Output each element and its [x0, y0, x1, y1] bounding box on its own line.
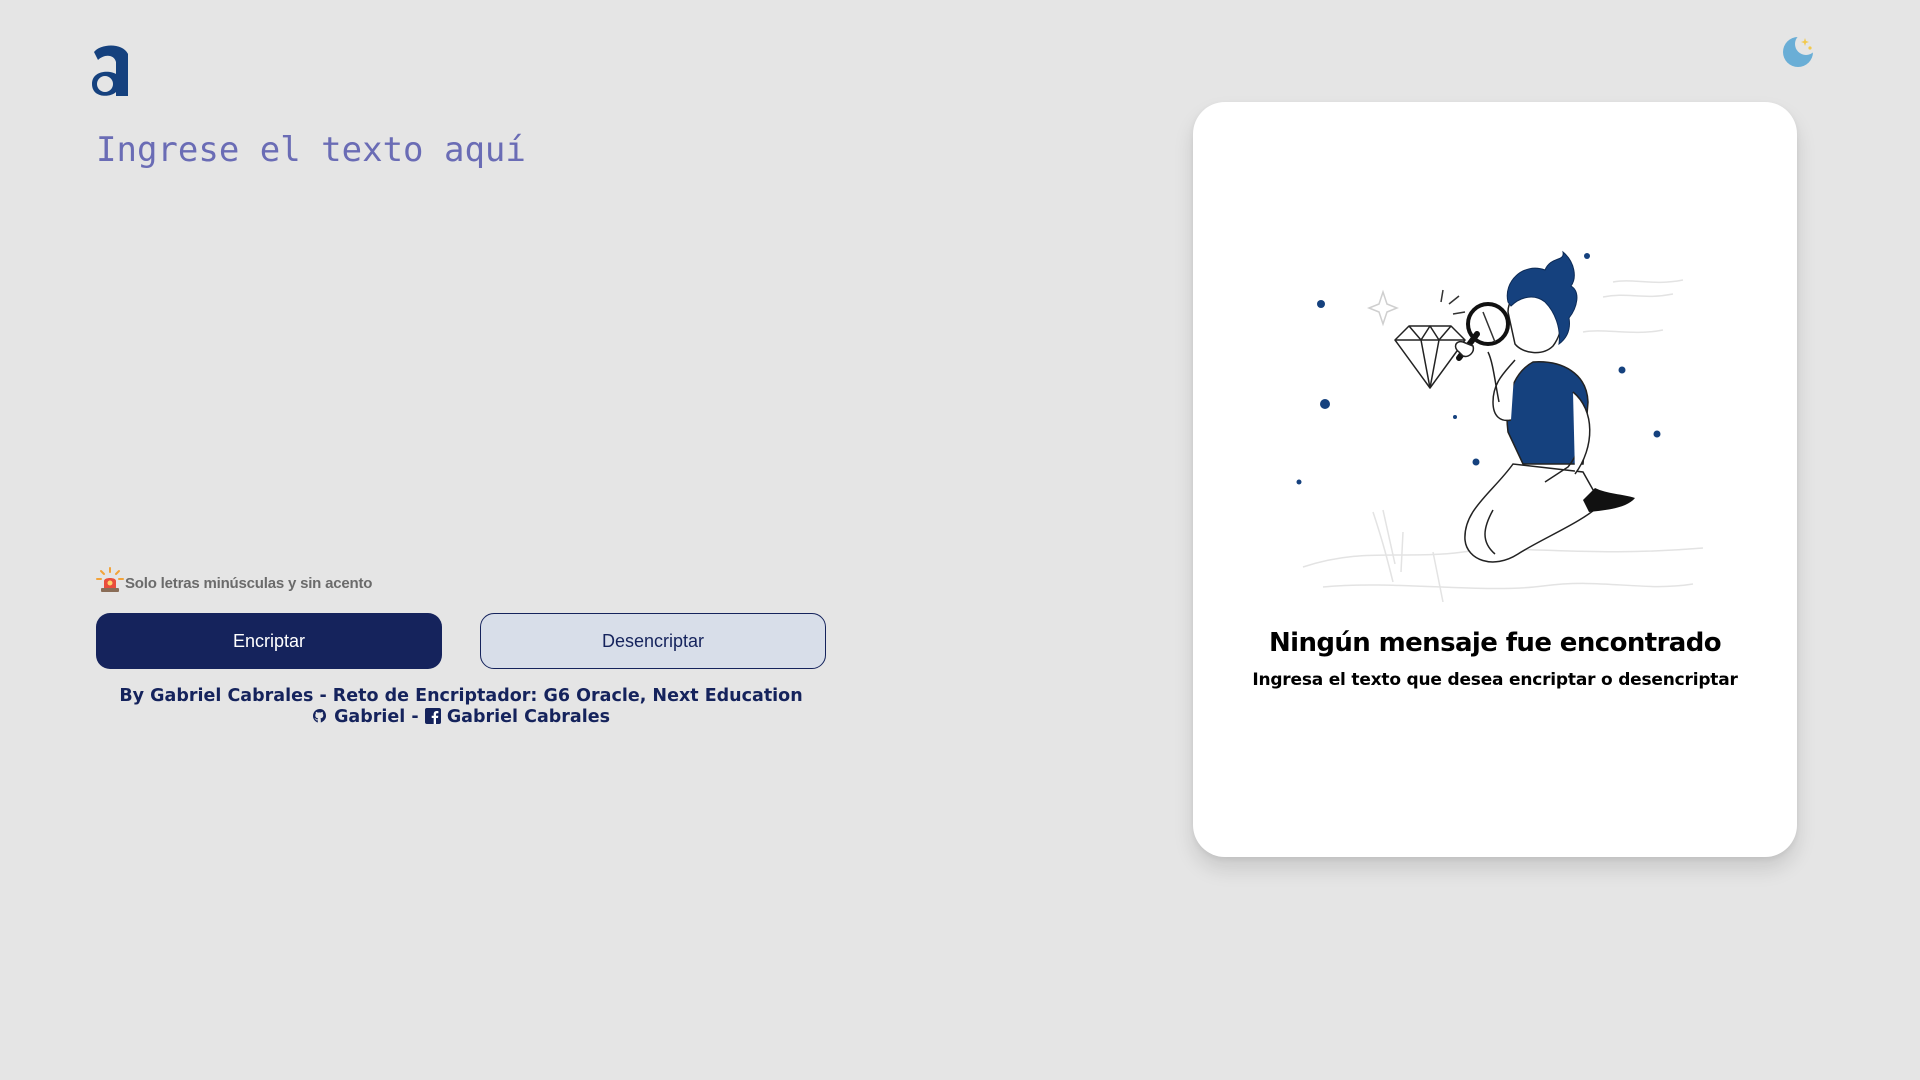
footer-separator: -: [411, 707, 419, 727]
encrypt-button[interactable]: Encriptar: [96, 613, 442, 669]
github-link[interactable]: Gabriel: [334, 707, 405, 727]
hint-text: Solo letras minúsculas y sin acento: [125, 575, 373, 592]
person-with-magnifying-glass-illustration: [1296, 250, 1704, 602]
facebook-icon: [424, 708, 441, 724]
logo-icon[interactable]: [88, 40, 136, 104]
github-icon: [312, 709, 326, 723]
decrypt-button[interactable]: Desencriptar: [480, 613, 826, 669]
footer-links: Gabriel - Gabriel Cabrales: [96, 707, 826, 728]
text-input[interactable]: [96, 130, 836, 550]
empty-state-title: Ningún mensaje fue encontrado: [1268, 628, 1722, 658]
footer-credits: By Gabriel Cabrales - Reto de Encriptado…: [119, 686, 803, 706]
empty-state-subtitle: Ingresa el texto que desea encriptar o d…: [1252, 670, 1738, 690]
moon-icon[interactable]: [1780, 32, 1818, 70]
input-hint: Solo letras minúsculas y sin acento: [96, 566, 372, 594]
footer: By Gabriel Cabrales - Reto de Encriptado…: [96, 686, 826, 728]
output-card: Ningún mensaje fue encontrado Ingresa el…: [1193, 102, 1797, 857]
facebook-link[interactable]: Gabriel Cabrales: [447, 707, 610, 727]
alarm-light-icon: [96, 567, 124, 592]
page: Solo letras minúsculas y sin acento Encr…: [0, 0, 1920, 1080]
